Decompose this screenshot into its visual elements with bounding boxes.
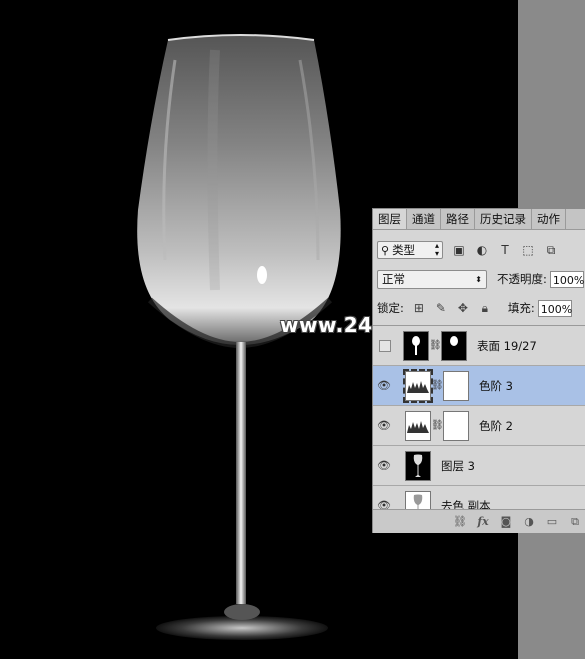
filter-type-label: 类型 — [392, 243, 416, 257]
tab-actions[interactable]: 动作 — [532, 209, 566, 229]
lock-position-icon[interactable]: ✥ — [456, 301, 470, 315]
lock-transparency-icon[interactable]: ⊞ — [412, 301, 426, 315]
folder-icon[interactable]: ▭ — [545, 515, 559, 529]
eye-icon[interactable]: 👁︎ — [373, 459, 395, 472]
lock-all-icon[interactable]: 🔒︎ — [478, 301, 492, 315]
link-icon[interactable]: ⛓ — [431, 420, 444, 431]
link-icon[interactable]: ⛓ — [453, 515, 467, 529]
layer-row[interactable]: ⛓ 表面 19/27 — [373, 326, 585, 366]
link-icon[interactable]: ⛓ — [431, 380, 444, 391]
adjustment-icon[interactable]: ◑ — [522, 515, 536, 529]
layer-row[interactable]: 👁︎ ⛓ 色阶 2 — [373, 406, 585, 446]
opacity-label: 不透明度: — [497, 272, 547, 286]
layer-mask-thumbnail — [441, 330, 467, 361]
layer-thumbnail — [405, 450, 431, 481]
adjustment-filter-icon[interactable]: ◐ — [475, 243, 489, 257]
fill-input[interactable]: 100% — [537, 299, 572, 317]
filter-type-select[interactable]: ⚲ 类型 ▴ ▾ — [377, 241, 443, 259]
eye-icon[interactable]: 👁︎ — [373, 419, 395, 432]
tab-paths[interactable]: 路径 — [441, 209, 475, 229]
opacity-input[interactable]: 100% — [549, 270, 584, 288]
layers-panel-footer: ⛓ fx ◙ ◑ ▭ ⧉ — [373, 509, 585, 533]
text-filter-icon[interactable]: T — [498, 243, 512, 257]
link-icon[interactable]: ⛓ — [429, 340, 442, 351]
eye-icon[interactable]: 👁︎ — [373, 499, 395, 509]
fill-label: 填充: — [507, 301, 535, 315]
layers-list: ⛓ 表面 19/27 👁︎ ⛓ 色阶 3 👁︎ ⛓ 色阶 2 👁︎ 图层 3 👁… — [373, 325, 585, 509]
mask-icon[interactable]: ◙ — [499, 515, 513, 529]
levels-adjustment-thumbnail — [405, 410, 431, 441]
tab-layers[interactable]: 图层 — [373, 209, 407, 229]
visibility-toggle-off[interactable] — [379, 339, 391, 352]
layer-mask-thumbnail — [443, 370, 469, 401]
layer-name: 图层 3 — [441, 458, 475, 473]
smart-object-filter-icon[interactable]: ⧉ — [544, 243, 558, 257]
lock-row: 锁定: ⊞ ✎ ✥ 🔒︎ 填充: 100% — [377, 297, 585, 319]
shape-filter-icon[interactable]: ⬚ — [521, 243, 535, 257]
select-arrows-icon: ▴ ▾ — [434, 241, 439, 258]
lock-brush-icon[interactable]: ✎ — [434, 301, 448, 315]
layer-row[interactable]: 👁︎ 图层 3 — [373, 446, 585, 486]
layer-thumbnail — [405, 490, 431, 509]
layer-name: 色阶 3 — [479, 378, 513, 393]
layer-name: 表面 19/27 — [477, 338, 537, 353]
panel-tabs: 图层 通道 路径 历史记录 动作 — [373, 209, 585, 230]
layer-mask-thumbnail — [443, 410, 469, 441]
tab-history[interactable]: 历史记录 — [475, 209, 532, 229]
search-icon: ⚲ — [381, 243, 390, 257]
fx-icon[interactable]: fx — [476, 515, 490, 529]
layers-panel: 图层 通道 路径 历史记录 动作 ⚲ 类型 ▴ ▾ ▣ ◐ T ⬚ ⧉ 正常 ⬍ … — [372, 208, 585, 533]
image-filter-icon[interactable]: ▣ — [452, 243, 466, 257]
blend-row: 正常 ⬍ 不透明度: 100% — [377, 268, 585, 290]
lock-label: 锁定: — [377, 301, 404, 315]
layer-row-selected[interactable]: 👁︎ ⛓ 色阶 3 — [373, 366, 585, 406]
blend-mode-value: 正常 — [382, 272, 405, 286]
layer-row[interactable]: 👁︎ 去色 副本 — [373, 486, 585, 509]
new-layer-icon[interactable]: ⧉ — [568, 515, 582, 529]
layer-name: 色阶 2 — [479, 418, 513, 433]
layer-thumbnail — [403, 330, 429, 361]
tab-channels[interactable]: 通道 — [407, 209, 441, 229]
levels-adjustment-thumbnail — [403, 368, 433, 403]
layer-name: 去色 副本 — [441, 498, 491, 510]
select-arrows-icon: ⬍ — [475, 274, 482, 284]
filter-row: ⚲ 类型 ▴ ▾ ▣ ◐ T ⬚ ⧉ — [377, 239, 582, 261]
blend-mode-select[interactable]: 正常 ⬍ — [377, 269, 487, 289]
eye-icon[interactable]: 👁︎ — [373, 379, 395, 392]
